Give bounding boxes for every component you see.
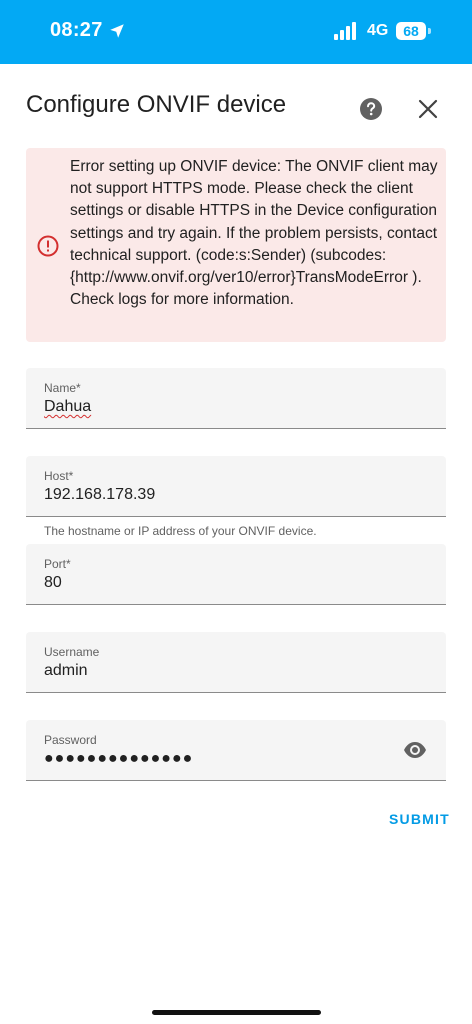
- battery-tip: [428, 28, 431, 34]
- eye-icon[interactable]: [403, 740, 427, 760]
- status-time: 08:27: [50, 19, 103, 41]
- help-circle-icon[interactable]: [359, 97, 383, 121]
- username-label: Username: [44, 645, 100, 659]
- battery-indicator: 68: [396, 22, 426, 40]
- host-label: Host*: [44, 469, 74, 483]
- port-field[interactable]: Port* 80: [26, 544, 446, 605]
- status-bar: 08:27 4G 68: [0, 0, 472, 64]
- name-input[interactable]: Dahua: [44, 398, 384, 416]
- password-input[interactable]: ●●●●●●●●●●●●●●: [44, 750, 384, 768]
- dialog-title: Configure ONVIF device: [26, 91, 287, 118]
- port-input[interactable]: 80: [44, 574, 384, 592]
- alert-circle-icon: [37, 235, 59, 257]
- password-label: Password: [44, 733, 97, 747]
- host-input[interactable]: 192.168.178.39: [44, 486, 384, 504]
- username-field[interactable]: Username admin: [26, 632, 446, 693]
- error-message: Error setting up ONVIF device: The ONVIF…: [70, 158, 438, 309]
- password-field[interactable]: Password ●●●●●●●●●●●●●●: [26, 720, 446, 781]
- host-helper-text: The hostname or IP address of your ONVIF…: [44, 524, 317, 538]
- name-field[interactable]: Name* Dahua: [26, 368, 446, 429]
- error-alert: Error setting up ONVIF device: The ONVIF…: [26, 148, 446, 342]
- host-field[interactable]: Host* 192.168.178.39: [26, 456, 446, 517]
- port-label: Port*: [44, 557, 71, 571]
- home-indicator[interactable]: [152, 1010, 321, 1015]
- name-label: Name*: [44, 381, 81, 395]
- submit-button[interactable]: SUBMIT: [381, 807, 458, 831]
- username-input[interactable]: admin: [44, 662, 384, 680]
- signal-bars-icon: [334, 22, 356, 40]
- network-type: 4G: [367, 22, 389, 39]
- close-icon[interactable]: [417, 98, 439, 120]
- location-arrow-icon: [110, 24, 124, 38]
